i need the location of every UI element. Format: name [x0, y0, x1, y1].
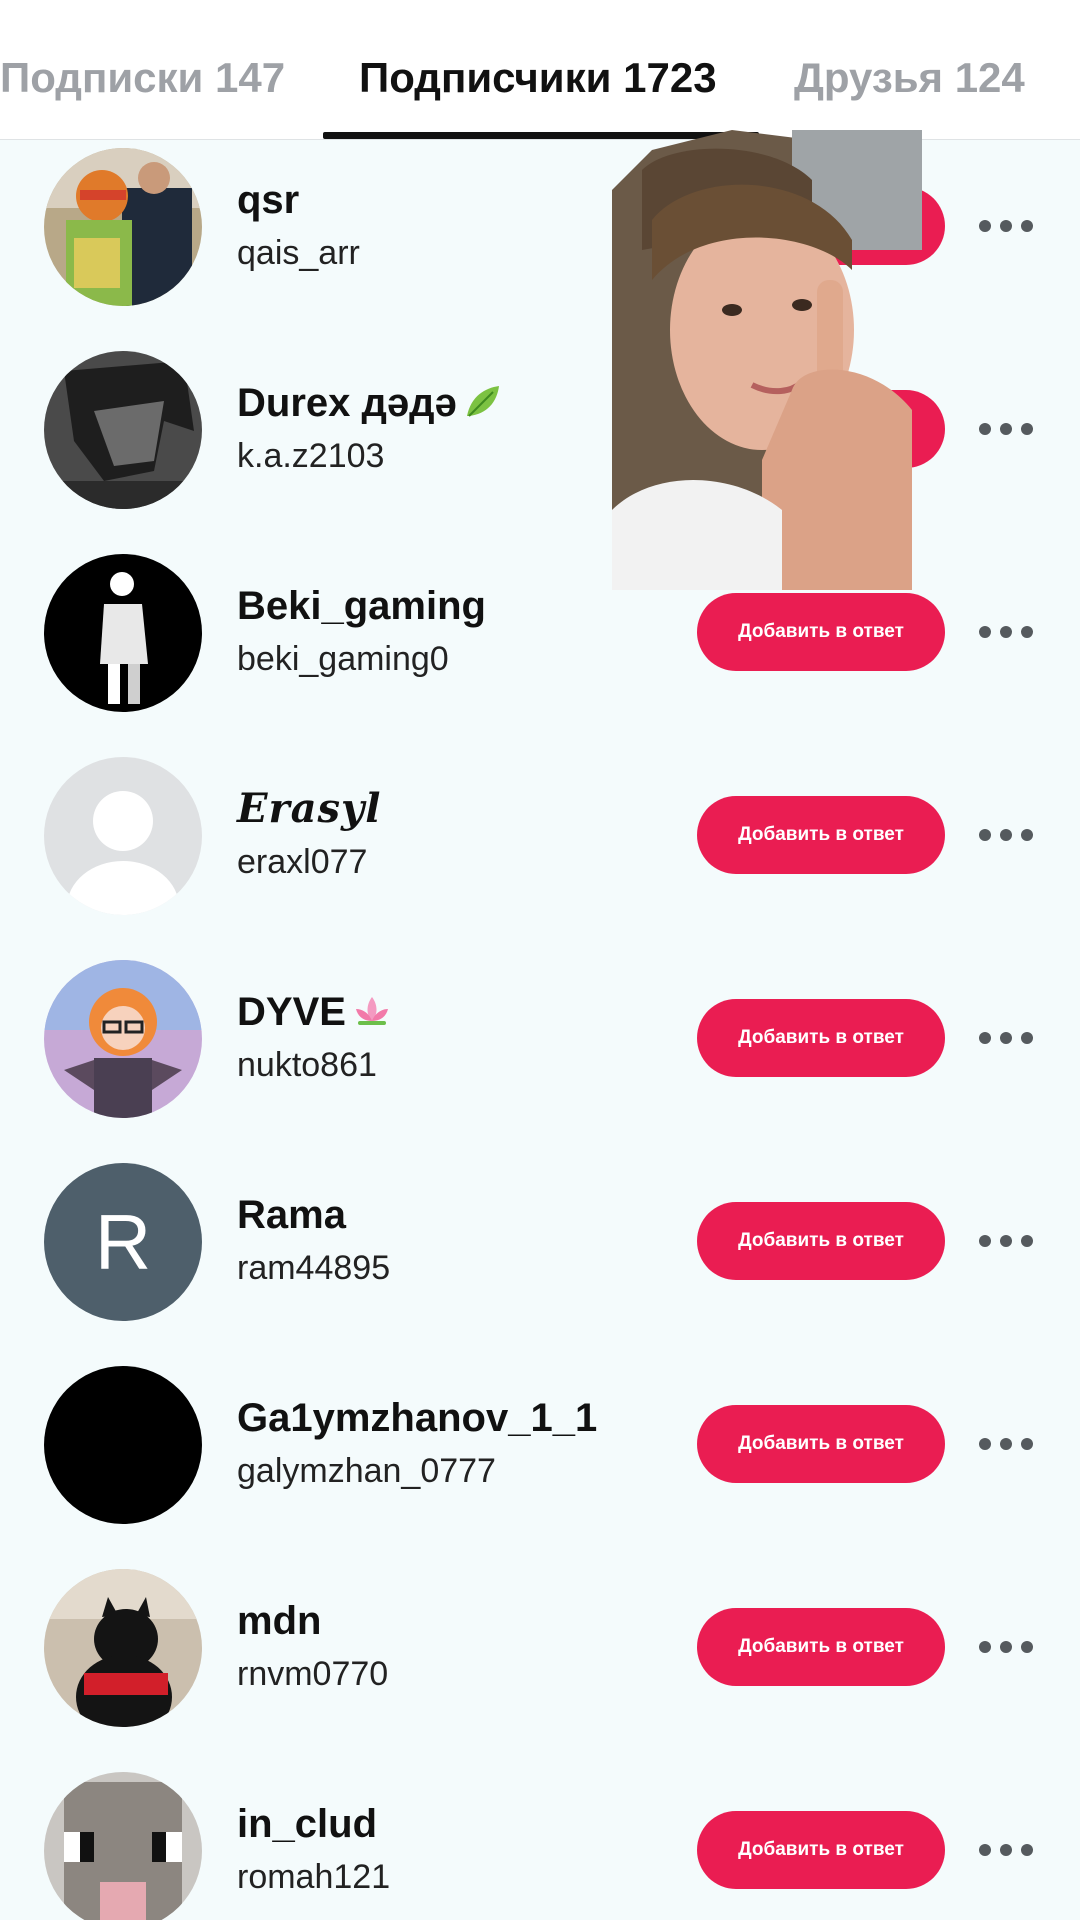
username: rnvm0770 — [237, 1655, 389, 1693]
display-name: in_clud — [237, 1802, 378, 1846]
leaf-emoji-icon — [463, 382, 503, 422]
avatar[interactable] — [44, 554, 202, 712]
avatar[interactable]: R — [44, 1163, 202, 1321]
avatar[interactable] — [44, 960, 202, 1118]
list-item[interactable]: R Rama ram44895 Добавить в ответ — [0, 1155, 1080, 1358]
more-options-icon[interactable] — [975, 622, 1037, 642]
add-to-reply-button[interactable]: Добавить в ответ — [697, 796, 945, 874]
avatar[interactable] — [44, 1569, 202, 1727]
tab-bar: Подписки 147 Подписчики 1723 Друзья 124 — [0, 0, 1080, 140]
username: qais_arr — [237, 234, 360, 272]
username: galymzhan_0777 — [237, 1452, 496, 1490]
lotus-emoji-icon — [352, 991, 392, 1031]
username: beki_gaming0 — [237, 640, 449, 678]
username: k.a.z2103 — [237, 437, 385, 475]
add-to-reply-button[interactable]: Добавить в ответ — [697, 999, 945, 1077]
add-to-reply-button[interactable]: Добавить в ответ — [697, 1405, 945, 1483]
add-to-reply-button[interactable]: Добавить в ответ — [697, 593, 945, 671]
more-options-icon[interactable] — [975, 216, 1037, 236]
more-options-icon[interactable] — [975, 1637, 1037, 1657]
followers-screen: Подписки 147 Подписчики 1723 Друзья 124 … — [0, 0, 1080, 1920]
more-options-icon[interactable] — [975, 1434, 1037, 1454]
tab-friends[interactable]: Друзья 124 — [794, 50, 1025, 106]
list-item[interactable]: in_clud romah121 Добавить в ответ — [0, 1764, 1080, 1920]
more-options-icon[interactable] — [975, 1028, 1037, 1048]
list-item[interactable]: DYVE nukto861 Добавить в ответ — [0, 952, 1080, 1155]
username: eraxl077 — [237, 843, 368, 881]
display-name: DYVE — [237, 988, 392, 1036]
overlay-sticker-photo — [612, 130, 922, 590]
more-options-icon[interactable] — [975, 1840, 1037, 1860]
tab-followers[interactable]: Подписчики 1723 — [359, 50, 717, 106]
display-name: Erasyl — [237, 785, 382, 832]
display-name: Rama — [237, 1193, 346, 1237]
avatar[interactable] — [44, 1366, 202, 1524]
username: nukto861 — [237, 1046, 377, 1084]
avatar[interactable] — [44, 757, 202, 915]
add-to-reply-button[interactable]: Добавить в ответ — [697, 1811, 945, 1889]
more-options-icon[interactable] — [975, 825, 1037, 845]
list-item[interactable]: Erasyl eraxl077 Добавить в ответ — [0, 749, 1080, 952]
more-options-icon[interactable] — [975, 1231, 1037, 1251]
username: ram44895 — [237, 1249, 391, 1287]
display-name: Durex дәдә — [237, 379, 503, 427]
more-options-icon[interactable] — [975, 419, 1037, 439]
list-item[interactable]: mdn rnvm0770 Добавить в ответ — [0, 1561, 1080, 1764]
avatar[interactable] — [44, 148, 202, 306]
list-item[interactable]: Ga1ymzhanov_1_1 galymzhan_0777 Добавить … — [0, 1358, 1080, 1561]
display-name: mdn — [237, 1599, 322, 1643]
username: romah121 — [237, 1858, 391, 1896]
display-name: qsr — [237, 178, 300, 222]
avatar[interactable] — [44, 351, 202, 509]
display-name: Ga1ymzhanov_1_1 — [237, 1396, 598, 1440]
tab-following[interactable]: Подписки 147 — [0, 50, 285, 106]
add-to-reply-button[interactable]: Добавить в ответ — [697, 1202, 945, 1280]
avatar[interactable] — [44, 1772, 202, 1920]
add-to-reply-button[interactable]: Добавить в ответ — [697, 1608, 945, 1686]
display-name: Beki_gaming — [237, 584, 486, 628]
